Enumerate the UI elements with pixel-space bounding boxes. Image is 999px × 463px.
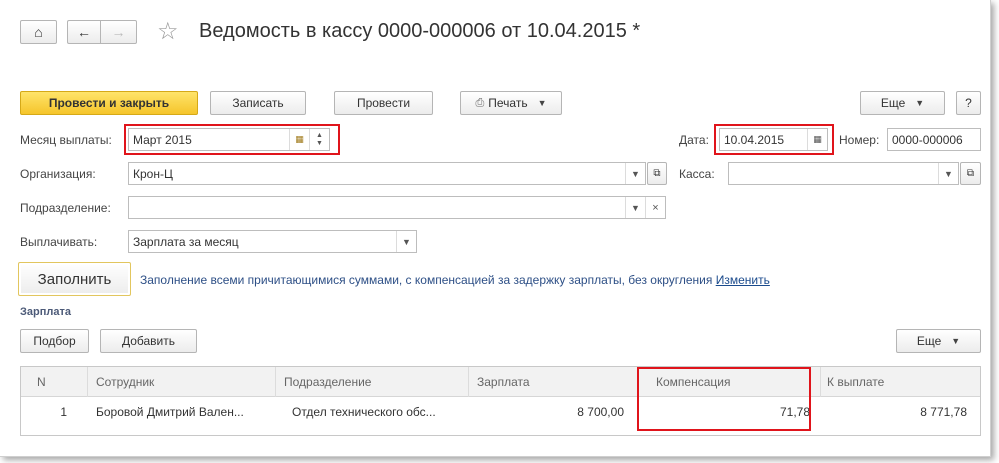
spin-buttons[interactable]: ▲ ▼: [309, 129, 329, 150]
department-field[interactable]: ▼ ×: [128, 196, 666, 219]
chevron-down-icon[interactable]: ▼: [625, 197, 645, 218]
table-header: N Сотрудник Подразделение Зарплата Компе…: [21, 367, 980, 397]
chevron-down-icon: ▼: [915, 98, 925, 108]
forward-button[interactable]: →: [100, 20, 137, 44]
forward-arrow-icon: →: [111, 24, 126, 40]
column-header-salary[interactable]: Зарплата: [469, 367, 638, 397]
fill-button[interactable]: Заполнить: [18, 262, 131, 296]
column-header-employee[interactable]: Сотрудник: [88, 367, 276, 397]
chevron-down-icon: ▼: [951, 336, 961, 346]
document-window: ⌂ ← → ☆ Ведомость в кассу 0000-000006 от…: [0, 0, 991, 457]
print-label: Печать: [488, 96, 528, 110]
open-icon[interactable]: ⧉: [647, 162, 667, 185]
date-label: Дата:: [679, 133, 709, 147]
change-link[interactable]: Изменить: [716, 273, 770, 287]
clear-icon[interactable]: ×: [645, 197, 665, 218]
chevron-up-icon[interactable]: ▲: [316, 132, 323, 140]
cell-compensation: 71,78: [779, 405, 810, 419]
cell-n: 1: [60, 405, 67, 419]
organization-value: Крон-Ц: [133, 166, 173, 181]
table-more-label: Еще: [916, 334, 942, 348]
page-title: Ведомость в кассу 0000-000006 от 10.04.2…: [199, 20, 641, 42]
cell-department: Отдел технического обс...: [292, 405, 436, 419]
number-value: 0000-000006: [892, 132, 963, 147]
home-icon: ⌂: [34, 24, 43, 40]
save-button[interactable]: Записать: [210, 91, 306, 115]
pay-type-value: Зарплата за месяц: [133, 234, 239, 249]
month-value: Март 2015: [133, 132, 192, 147]
back-button[interactable]: ←: [67, 20, 100, 44]
column-header-compensation[interactable]: Компенсация: [638, 367, 821, 397]
column-header-to-pay[interactable]: К выплате: [821, 367, 982, 397]
table-more-button[interactable]: Еще ▼: [896, 329, 981, 353]
date-value: 10.04.2015: [724, 132, 785, 147]
month-field[interactable]: Март 2015 ▦ ▲ ▼: [128, 128, 330, 151]
chevron-down-icon[interactable]: ▼: [316, 140, 323, 148]
number-field[interactable]: 0000-000006: [887, 128, 981, 151]
salary-table: N Сотрудник Подразделение Зарплата Компе…: [20, 366, 981, 436]
chevron-down-icon[interactable]: ▼: [396, 231, 416, 252]
chevron-down-icon[interactable]: ▼: [938, 163, 958, 184]
post-and-close-button[interactable]: Провести и закрыть: [20, 91, 198, 115]
calendar-icon[interactable]: ▦: [807, 129, 827, 150]
column-header-department[interactable]: Подразделение: [276, 367, 469, 397]
more-label: Еще: [880, 96, 906, 110]
calendar-icon[interactable]: ▦: [289, 129, 309, 150]
fill-description-text: Заполнение всеми причитающимися суммами,…: [140, 273, 713, 287]
section-title-salary: Зарплата: [20, 306, 71, 318]
cell-salary: 8 700,00: [577, 405, 624, 419]
more-actions-button[interactable]: Еще ▼: [860, 91, 945, 115]
pick-button[interactable]: Подбор: [20, 329, 89, 353]
chevron-down-icon: ▼: [537, 98, 547, 108]
cell-employee: Боровой Дмитрий Вален...: [96, 405, 244, 419]
add-button[interactable]: Добавить: [100, 329, 197, 353]
chevron-down-icon[interactable]: ▼: [625, 163, 645, 184]
department-label: Подразделение:: [20, 201, 111, 215]
star-icon[interactable]: ☆: [157, 17, 179, 46]
column-header-n[interactable]: N: [21, 367, 88, 397]
pay-type-field[interactable]: Зарплата за месяц ▼: [128, 230, 417, 253]
cell-to-pay: 8 771,78: [920, 405, 967, 419]
help-button[interactable]: ?: [956, 91, 981, 115]
organization-field[interactable]: Крон-Ц ▼: [128, 162, 646, 185]
number-label: Номер:: [839, 133, 880, 147]
post-button[interactable]: Провести: [334, 91, 433, 115]
printer-icon: ⎙: [475, 96, 485, 109]
pay-type-label: Выплачивать:: [20, 235, 98, 249]
month-label: Месяц выплаты:: [20, 133, 112, 147]
organization-label: Организация:: [20, 167, 96, 181]
print-button[interactable]: ⎙ Печать ▼: [460, 91, 562, 115]
home-button[interactable]: ⌂: [20, 20, 57, 44]
back-arrow-icon: ←: [77, 24, 91, 40]
date-field[interactable]: 10.04.2015 ▦: [719, 128, 828, 151]
fill-description: Заполнение всеми причитающимися суммами,…: [140, 273, 770, 287]
cash-label: Касса:: [679, 167, 715, 181]
open-icon[interactable]: ⧉: [960, 162, 981, 185]
cash-field[interactable]: ▼: [728, 162, 959, 185]
